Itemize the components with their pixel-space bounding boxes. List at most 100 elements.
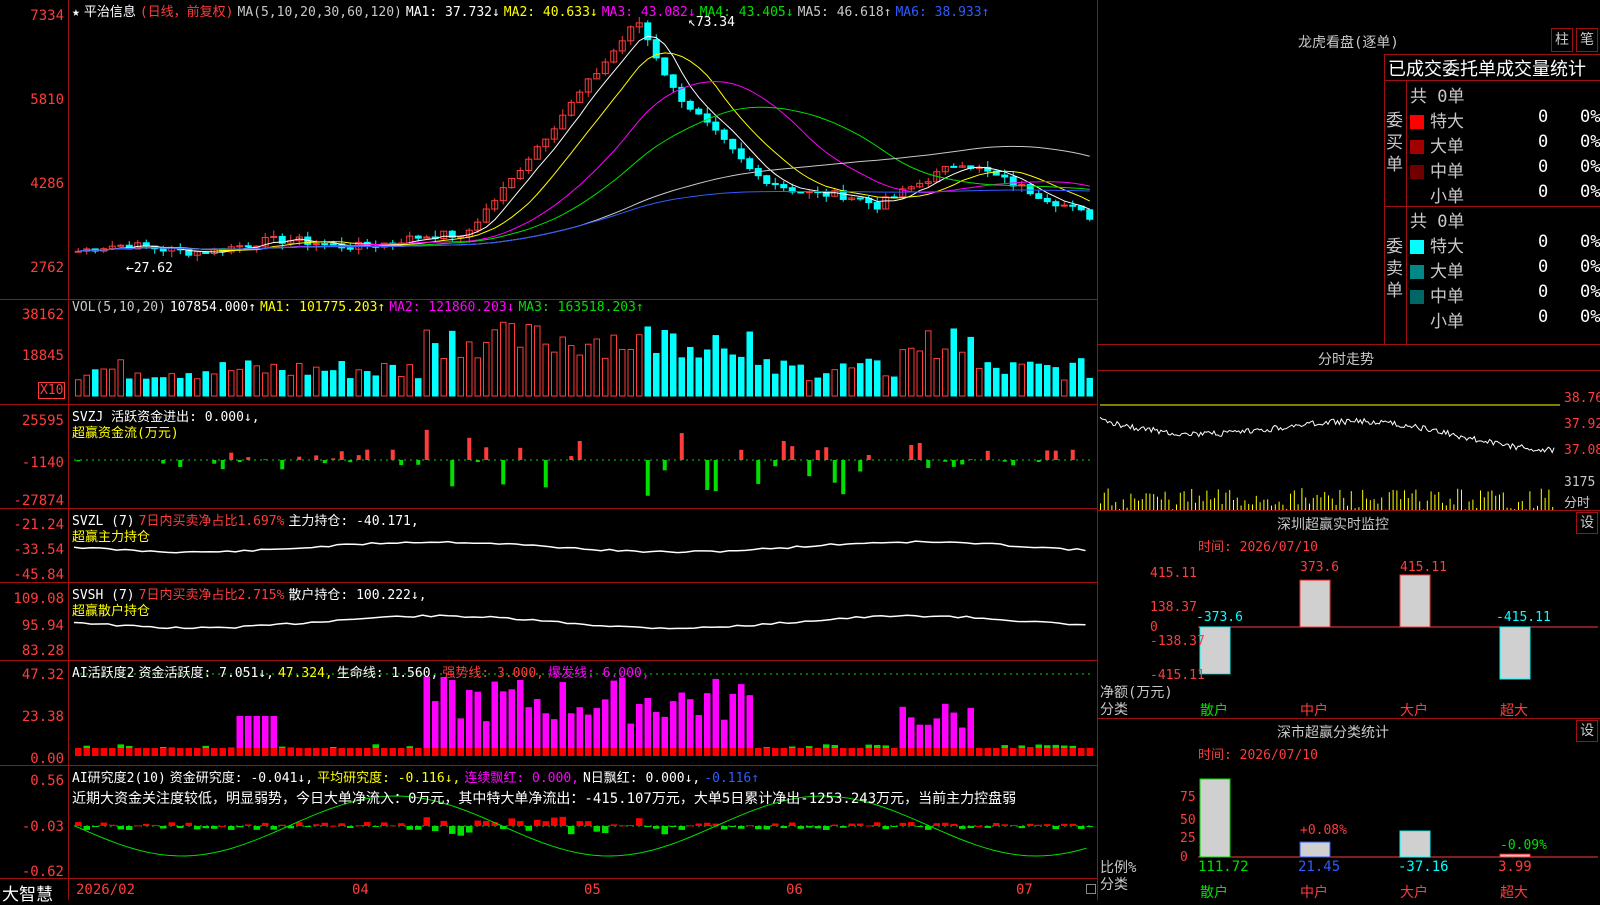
activity-base <box>441 748 448 756</box>
star-icon[interactable]: ★ <box>72 5 80 20</box>
activity-base <box>194 748 201 756</box>
activity-base <box>585 748 592 756</box>
legend-swatch <box>1410 240 1424 254</box>
class-y-label: 50 <box>1180 813 1196 828</box>
activity-base <box>917 748 924 756</box>
activity-base <box>602 748 609 756</box>
activity-base <box>806 748 813 756</box>
bar-mode-button[interactable]: 柱 <box>1551 28 1573 52</box>
y-label: 0.00 <box>0 751 64 767</box>
activity-base <box>1027 748 1034 756</box>
row-value: 0 <box>1538 257 1548 277</box>
flow-bar <box>663 460 667 470</box>
volume-bar <box>662 331 668 396</box>
activity-bar <box>713 679 720 756</box>
intraday-vol-bar <box>1495 496 1496 510</box>
lock-icon[interactable] <box>1086 884 1096 894</box>
activity-bar <box>611 681 618 756</box>
activity-base <box>900 748 907 756</box>
intraday-vol-bar <box>1210 499 1211 510</box>
intraday-vol-bar <box>1229 490 1230 510</box>
activity-base <box>254 748 261 756</box>
activity-base <box>526 748 533 756</box>
activity-base <box>415 748 422 756</box>
y-label: 25595 <box>0 413 64 429</box>
flow-bar <box>909 445 913 460</box>
activity-base <box>424 748 431 756</box>
activity-base <box>823 748 830 756</box>
volume-bar <box>229 371 235 396</box>
class-bar <box>1500 854 1530 857</box>
research-bar <box>475 821 482 826</box>
volume-bar <box>1045 366 1051 396</box>
volume-bar <box>934 358 940 396</box>
class-value: -37.16 <box>1398 859 1449 875</box>
vol-unit-badge[interactable]: X10 <box>38 382 65 399</box>
y-axis-line <box>68 0 69 900</box>
research-bar <box>985 826 992 828</box>
volume-bar <box>756 365 762 396</box>
ai2-value: 资金研究度: -0.041↓, <box>170 771 313 786</box>
flow-bar <box>238 460 242 462</box>
research-bar <box>551 818 558 826</box>
activity-base <box>347 748 354 756</box>
activity-base <box>228 748 235 756</box>
monitor-cat: 分类 <box>1100 699 1128 719</box>
activity-base <box>109 748 116 756</box>
research-bar <box>75 822 82 826</box>
legend-swatch <box>1410 190 1424 204</box>
volume-bar <box>246 361 252 396</box>
flow-bar <box>212 460 216 464</box>
volume-bar <box>399 376 405 396</box>
volume-bar <box>943 349 949 396</box>
research-bar <box>704 823 711 826</box>
intraday-tab[interactable]: 分时 <box>1564 492 1590 511</box>
activity-base <box>730 748 737 756</box>
ai1-header: AI活跃度2资金活跃度: 7.051↓,47.324,生命线: 1.560,强势… <box>72 662 654 681</box>
activity-base <box>458 748 465 756</box>
intraday-vol-bar <box>1108 489 1109 510</box>
panel-divider <box>0 404 1098 405</box>
volume-bar <box>637 335 643 396</box>
volume-bar <box>696 358 702 396</box>
flow-bar <box>297 457 301 460</box>
intraday-vol-bar <box>1184 491 1185 510</box>
intraday-vol-bar <box>1165 492 1166 510</box>
flow-bar <box>986 451 990 460</box>
ai1-burst: 爆发线: 6.000, <box>548 666 650 681</box>
volume-bar <box>892 377 898 396</box>
research-bar <box>118 826 125 829</box>
volume-bar <box>790 366 796 396</box>
ai1-value: 资金活跃度: 7.051↓, <box>138 666 273 681</box>
intraday-vol-bar <box>1412 493 1413 510</box>
activity-base <box>1002 748 1009 756</box>
volume-bar <box>297 363 303 396</box>
research-bar <box>152 825 159 826</box>
class-settings-button[interactable]: 设 <box>1576 720 1598 742</box>
divider <box>1098 510 1600 511</box>
monitor-settings-button[interactable]: 设 <box>1576 512 1598 534</box>
intraday-vol-bar <box>1203 501 1204 510</box>
row-pct: 0% <box>1580 182 1600 202</box>
ma2-line <box>78 53 1090 251</box>
volume-bar <box>1036 364 1042 396</box>
monitor-cat-label: 大户 <box>1400 700 1428 720</box>
tick-mode-button[interactable]: 笔 <box>1576 28 1598 52</box>
activity-base <box>866 748 873 756</box>
volume-bar <box>994 368 1000 396</box>
intraday-vol-bar <box>1545 498 1546 510</box>
period-label[interactable]: (日线，前复权) <box>140 5 234 20</box>
intraday-vol-bar <box>1206 491 1207 510</box>
research-bar <box>449 826 456 834</box>
research-bar <box>177 826 184 828</box>
activity-base <box>203 748 210 756</box>
intraday-vol-bar <box>1381 497 1382 510</box>
research-bar <box>857 824 864 826</box>
intraday-vol-bar <box>1313 498 1314 510</box>
research-bar <box>908 822 915 826</box>
monitor-bar-value: 373.6 <box>1300 560 1339 575</box>
buy-orders-label: 委买单 <box>1386 110 1404 176</box>
activity-base <box>1061 748 1068 756</box>
flow-bar <box>569 456 573 460</box>
activity-base <box>993 748 1000 756</box>
